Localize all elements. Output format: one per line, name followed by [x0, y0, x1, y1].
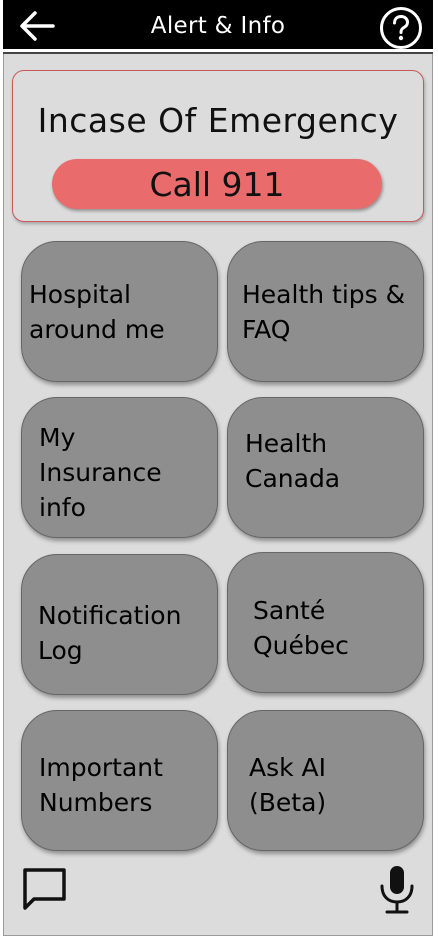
call-911-button[interactable]: Call 911: [52, 159, 382, 209]
tile-label: Santé Québec: [253, 596, 349, 660]
microphone-icon[interactable]: [377, 864, 417, 916]
health-tips-faq-button[interactable]: Health tips & FAQ: [227, 241, 424, 382]
page-title: Alert & Info: [150, 13, 286, 39]
tile-label: Hospital around me: [29, 280, 165, 344]
important-numbers-button[interactable]: Important Numbers: [21, 710, 218, 851]
hospital-around-me-button[interactable]: Hospital around me: [21, 241, 218, 382]
chat-bubble-icon[interactable]: [22, 866, 68, 912]
health-canada-button[interactable]: Health Canada: [227, 397, 424, 538]
tile-label: Ask AI (Beta): [249, 753, 327, 817]
sante-quebec-button[interactable]: Santé Québec: [227, 552, 424, 693]
my-insurance-info-button[interactable]: My Insurance info: [21, 397, 218, 538]
emergency-title: Incase Of Emergency: [37, 101, 399, 140]
top-bar: Alert & Info: [3, 0, 433, 52]
emergency-card: Incase Of Emergency Call 911: [12, 70, 424, 222]
tile-label: Health tips & FAQ: [242, 280, 406, 344]
tile-label: My Insurance info: [39, 423, 162, 522]
notification-log-button[interactable]: Notification Log: [21, 554, 218, 695]
ask-ai-button[interactable]: Ask AI (Beta): [227, 710, 424, 851]
tile-label: Important Numbers: [39, 753, 163, 817]
tile-label: Notification Log: [38, 601, 182, 665]
tile-label: Health Canada: [245, 429, 341, 493]
help-icon[interactable]: [379, 6, 423, 50]
